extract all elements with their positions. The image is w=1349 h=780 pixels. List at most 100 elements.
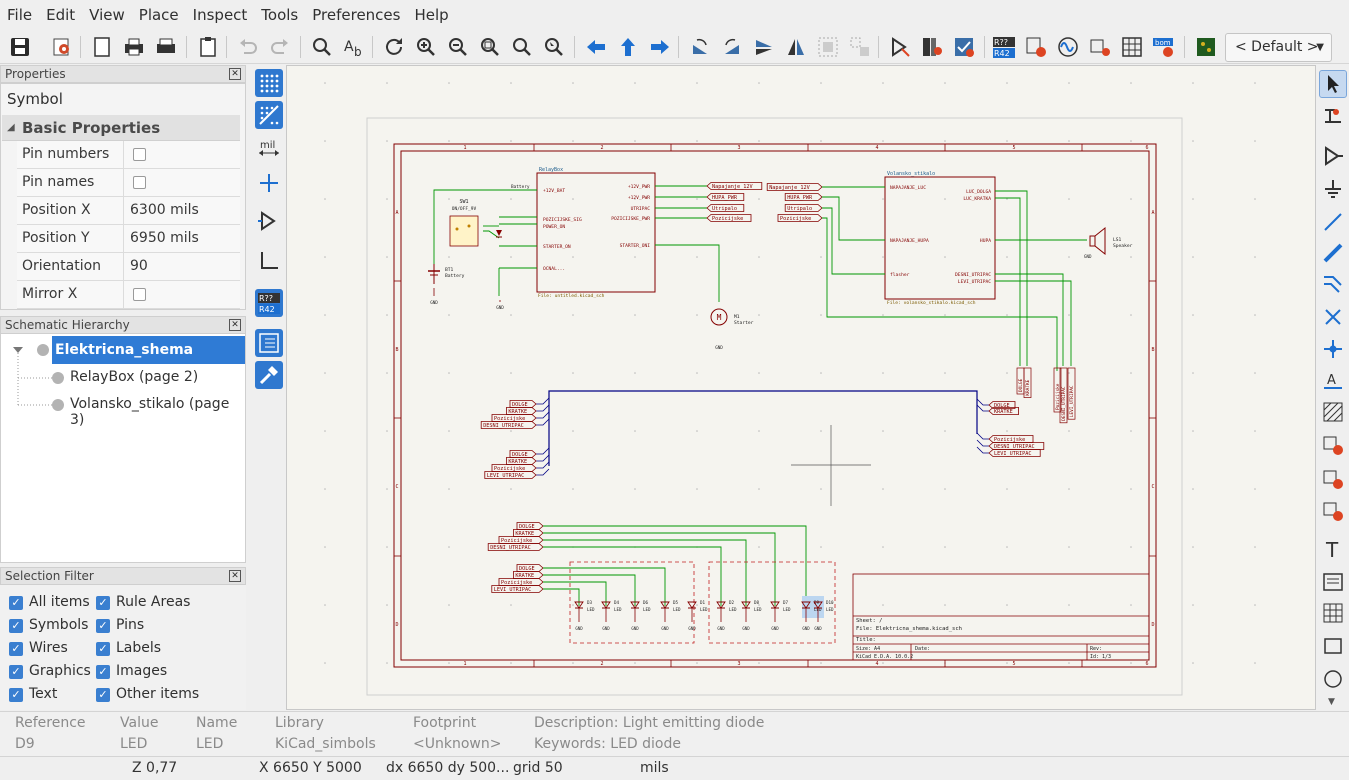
add-symbol-icon[interactable]: [1319, 142, 1347, 170]
print-icon[interactable]: [120, 33, 148, 61]
add-bus-icon[interactable]: [1319, 239, 1347, 267]
collapse-triangle-icon[interactable]: ◢: [7, 122, 15, 133]
rotate-ccw-icon[interactable]: [686, 33, 714, 61]
checkbox-checked-icon[interactable]: ✓: [9, 688, 23, 702]
navigate-up-icon[interactable]: [614, 33, 642, 61]
menu-inspect[interactable]: Inspect: [186, 0, 255, 30]
units-mil-icon[interactable]: mil: [255, 135, 283, 163]
menu-file[interactable]: File: [0, 0, 39, 30]
no-connect-icon[interactable]: [1319, 303, 1347, 331]
property-row[interactable]: Orientation 90: [17, 253, 240, 281]
save-icon[interactable]: [6, 33, 34, 61]
menu-tools[interactable]: Tools: [254, 0, 305, 30]
mirror-horizontal-icon[interactable]: [782, 33, 810, 61]
find-icon[interactable]: [308, 33, 336, 61]
checkbox-checked-icon[interactable]: ✓: [96, 619, 110, 633]
property-checkbox[interactable]: [133, 148, 146, 161]
annotate-toggle-icon[interactable]: R?? R42: [255, 289, 283, 317]
bus-entry-icon[interactable]: [1319, 270, 1347, 298]
add-rule-area-icon[interactable]: [1319, 398, 1347, 426]
more-tools-chevron-icon[interactable]: ▼: [1328, 697, 1335, 707]
add-table-icon[interactable]: [1319, 599, 1347, 627]
plot-icon[interactable]: [152, 33, 180, 61]
view-preset-select[interactable]: < Default > ▼: [1225, 33, 1332, 62]
net-label-icon[interactable]: A: [1319, 367, 1347, 395]
page-settings-icon[interactable]: [88, 33, 116, 61]
ungroup-icon[interactable]: [846, 33, 874, 61]
global-label-icon[interactable]: [1319, 431, 1347, 459]
menu-edit[interactable]: Edit: [39, 0, 82, 30]
zoom-out-icon[interactable]: [444, 33, 472, 61]
checkbox-checked-icon[interactable]: ✓: [9, 665, 23, 679]
checkbox-checked-icon[interactable]: ✓: [9, 596, 23, 610]
property-checkbox[interactable]: [133, 288, 146, 301]
property-row[interactable]: Pin numbers: [17, 141, 240, 169]
hier-label-icon[interactable]: [1319, 465, 1347, 493]
menu-view[interactable]: View: [82, 0, 132, 30]
simulator-icon[interactable]: [1054, 33, 1082, 61]
add-rectangle-icon[interactable]: [1319, 632, 1347, 660]
close-icon[interactable]: ✕: [229, 68, 241, 80]
zoom-fit-icon[interactable]: [476, 33, 504, 61]
property-row[interactable]: Position Y 6950 mils: [17, 225, 240, 253]
menu-place[interactable]: Place: [132, 0, 186, 30]
rotate-cw-icon[interactable]: [718, 33, 746, 61]
group-icon[interactable]: [814, 33, 842, 61]
property-value[interactable]: 6950 mils: [130, 230, 199, 246]
mirror-vertical-icon[interactable]: [750, 33, 778, 61]
add-power-icon[interactable]: [1319, 175, 1347, 203]
property-row[interactable]: Position X 6300 mils: [17, 197, 240, 225]
checkbox-checked-icon[interactable]: ✓: [96, 688, 110, 702]
hier-sheet-icon[interactable]: [1319, 497, 1347, 525]
symbol-library-icon[interactable]: [918, 33, 946, 61]
add-wire-icon[interactable]: [1319, 208, 1347, 236]
navigate-forward-icon[interactable]: [646, 33, 674, 61]
symbol-editor-icon[interactable]: [886, 33, 914, 61]
checkbox-checked-icon[interactable]: ✓: [96, 665, 110, 679]
basic-properties-group[interactable]: ◢ Basic Properties: [2, 115, 240, 141]
zoom-selection-icon[interactable]: [540, 33, 568, 61]
select-tool-icon[interactable]: [1319, 70, 1347, 98]
find-replace-icon[interactable]: Ab: [340, 33, 368, 61]
property-row[interactable]: Pin names: [17, 169, 240, 197]
menu-preferences[interactable]: Preferences: [305, 0, 407, 30]
schematic-setup-icon[interactable]: [48, 33, 76, 61]
paste-icon[interactable]: [194, 33, 222, 61]
assign-footprints-icon[interactable]: [1086, 33, 1114, 61]
grid-toggle-icon[interactable]: [255, 69, 283, 97]
property-value[interactable]: 6300 mils: [130, 202, 199, 218]
hierarchy-panel-icon[interactable]: [255, 329, 283, 357]
hierarchy-sheet-volansko[interactable]: Volansko_stikalo (page 3): [70, 396, 245, 428]
hidden-pins-icon[interactable]: [255, 207, 283, 235]
navigate-back-icon[interactable]: [582, 33, 610, 61]
grid-override-icon[interactable]: [255, 101, 283, 129]
schematic-canvas[interactable]: 1 1 2 2 3 3 4 4 5 5 6 6 A A B B C C D D Sheet: / File: Elektr…: [286, 65, 1316, 710]
add-text-icon[interactable]: T: [1319, 535, 1347, 563]
annotate-icon[interactable]: R?? R42: [990, 33, 1018, 61]
add-circle-icon[interactable]: [1319, 665, 1347, 693]
close-icon[interactable]: ✕: [229, 319, 241, 331]
properties-panel-icon[interactable]: [255, 361, 283, 389]
undo-icon[interactable]: [234, 33, 262, 61]
zoom-objects-icon[interactable]: [508, 33, 536, 61]
pcb-editor-icon[interactable]: [1192, 33, 1220, 61]
junction-icon[interactable]: [1319, 335, 1347, 363]
menu-help[interactable]: Help: [407, 0, 455, 30]
fields-table-icon[interactable]: [1118, 33, 1146, 61]
close-icon[interactable]: ✕: [229, 570, 241, 582]
checkbox-checked-icon[interactable]: ✓: [96, 596, 110, 610]
checkbox-checked-icon[interactable]: ✓: [9, 642, 23, 656]
checkbox-checked-icon[interactable]: ✓: [96, 642, 110, 656]
highlight-net-icon[interactable]: [1319, 102, 1347, 130]
bom-icon[interactable]: bom: [1150, 33, 1178, 61]
add-textbox-icon[interactable]: [1319, 568, 1347, 596]
redo-icon[interactable]: [266, 33, 294, 61]
property-value[interactable]: 90: [130, 258, 148, 274]
erc-icon[interactable]: [1022, 33, 1050, 61]
property-row[interactable]: Mirror X: [17, 281, 240, 309]
hierarchy-sheet-relaybox[interactable]: RelayBox (page 2): [70, 369, 198, 385]
cursor-crosshair-icon[interactable]: [255, 169, 283, 197]
update-pcb-icon[interactable]: [950, 33, 978, 61]
property-checkbox[interactable]: [133, 176, 146, 189]
hierarchy-root-sheet[interactable]: Elektricna_shema (page 1): [52, 336, 245, 386]
